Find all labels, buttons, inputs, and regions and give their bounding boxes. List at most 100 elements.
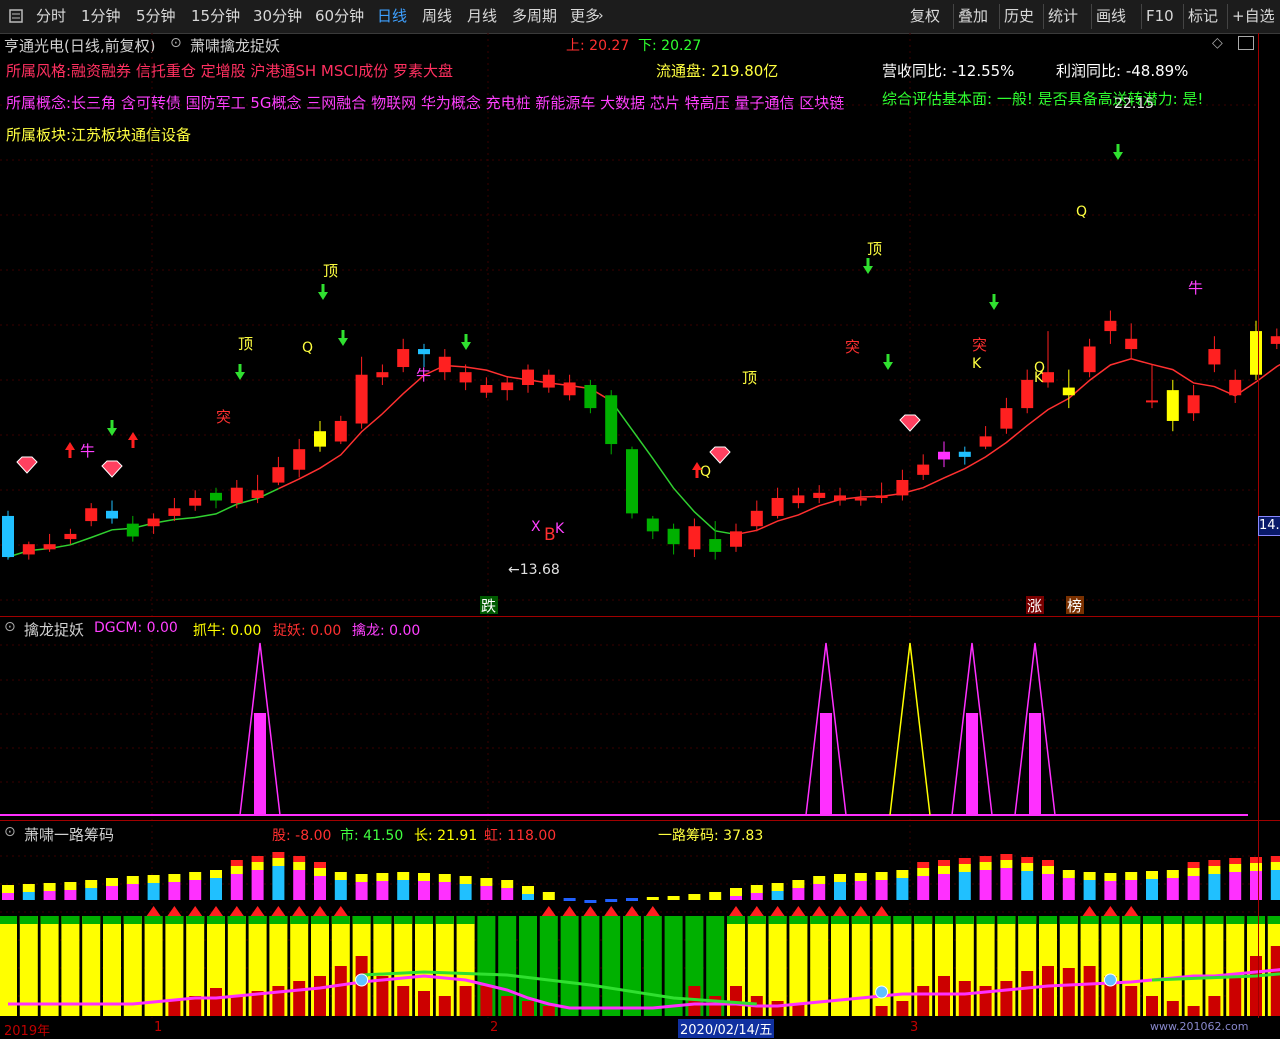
- signal-label-top: 顶: [323, 262, 338, 280]
- chip-red-bar: [334, 966, 347, 1016]
- candle-body: [771, 497, 784, 516]
- marker-rank: 榜: [1067, 597, 1082, 615]
- candle-body: [189, 497, 202, 506]
- chip-upper-bar: [418, 881, 430, 900]
- chip-red-bar: [1062, 968, 1075, 1016]
- candle-body: [1187, 395, 1200, 414]
- chip-upper-bar: [938, 860, 950, 866]
- chip-red-bar: [709, 996, 722, 1016]
- chip-red-bar: [1000, 981, 1013, 1016]
- chip-red-bar: [771, 1001, 784, 1016]
- candle-body: [126, 523, 139, 537]
- panel2-title[interactable]: 擒龙捉妖: [24, 619, 84, 640]
- panel3-toggle-icon[interactable]: ⊙: [4, 824, 16, 840]
- panel3-value-shi: 市: 41.50: [340, 828, 404, 844]
- chip-lower-cap: [789, 916, 808, 924]
- chip-red-bar: [459, 986, 472, 1016]
- chip-lower-cap: [955, 916, 974, 924]
- chip-red-bar: [542, 1006, 555, 1016]
- chip-triangle-icon: [812, 906, 827, 916]
- panel3-title[interactable]: 萧啸一路筹码: [24, 824, 114, 845]
- chip-red-bar: [168, 1001, 181, 1016]
- chip-triangle-icon: [604, 906, 619, 916]
- chip-lower-cap: [165, 916, 184, 924]
- chip-lower-bar: [789, 916, 808, 1016]
- chip-red-bar: [314, 976, 326, 1016]
- chip-upper-bar: [917, 868, 930, 876]
- xaxis-label-3: 3: [910, 1020, 919, 1035]
- chip-upper-bar: [896, 870, 909, 878]
- chip-upper-bar: [542, 892, 555, 900]
- panel2-bar: [820, 713, 832, 815]
- watermark: www.201062.com: [1150, 1020, 1249, 1033]
- candle-body: [355, 374, 368, 424]
- chip-lower-cap: [1267, 916, 1280, 924]
- chip-upper-bar: [750, 885, 763, 893]
- chip-red-bar: [1021, 971, 1034, 1016]
- chip-upper-bar: [293, 862, 306, 870]
- panel2-value-zhuoyao: 捉妖: 0.00: [273, 623, 342, 639]
- chip-upper-bar: [688, 894, 701, 900]
- chip-upper-bar: [106, 886, 118, 900]
- candle-body: [834, 495, 846, 501]
- chip-lower-cap: [269, 916, 288, 924]
- signal-label-breakout: 突: [972, 336, 987, 354]
- chip-upper-bar: [168, 874, 181, 882]
- signal-label-top: 顶: [867, 240, 882, 258]
- chip-red-bar: [1125, 986, 1138, 1016]
- candle-body: [688, 526, 701, 550]
- chip-upper-bar: [522, 886, 534, 894]
- chip-red-bar: [522, 1001, 534, 1016]
- chip-lower-cap: [997, 916, 1016, 924]
- chip-red-bar: [1166, 1001, 1179, 1016]
- candle-body: [1250, 331, 1262, 375]
- chip-upper-bar: [605, 899, 618, 902]
- chip-red-bar: [501, 996, 514, 1016]
- candle-body: [646, 518, 659, 532]
- chip-upper-bar: [771, 883, 784, 891]
- chip-upper-bar: [210, 878, 222, 900]
- chip-upper-bar: [1062, 870, 1075, 878]
- chip-lower-cap: [248, 916, 267, 924]
- chip-upper-bar: [2, 893, 14, 900]
- chip-red-bar: [1270, 946, 1280, 1016]
- chip-triangle-icon: [229, 906, 244, 916]
- panel2-toggle-icon[interactable]: ⊙: [4, 619, 16, 635]
- chip-lower-cap: [976, 916, 995, 924]
- chip-upper-bar: [22, 884, 35, 892]
- chip-upper-bar: [85, 880, 98, 888]
- chip-upper-bar: [1187, 876, 1200, 900]
- chip-upper-bar: [85, 888, 98, 900]
- chip-upper-bar: [667, 896, 680, 900]
- chip-triangle-icon: [146, 906, 161, 916]
- chip-triangle-icon: [292, 906, 307, 916]
- chip-lower-bar: [643, 916, 662, 1016]
- chip-upper-bar: [1042, 874, 1054, 900]
- down-arrow-icon: [107, 420, 117, 436]
- chip-lower-cap: [290, 916, 309, 924]
- chip-upper-bar: [1166, 870, 1179, 878]
- candle-body: [1104, 320, 1117, 332]
- chip-lower-bar: [61, 916, 80, 1016]
- chip-triangle-icon: [729, 906, 743, 916]
- chip-lower-bar: [872, 916, 891, 1016]
- chip-upper-bar: [896, 878, 909, 900]
- chip-red-bar: [210, 988, 222, 1016]
- kline-chart[interactable]: 顶顶顶顶突突 突QQQQ牛牛牛KKKX B22.15←13.68跌涨榜: [0, 0, 1280, 1036]
- panel2-bar: [254, 713, 266, 815]
- candle-body: [230, 487, 243, 504]
- down-arrow-icon: [1113, 144, 1123, 160]
- chip-triangle-icon: [583, 906, 598, 916]
- signal-label-q: Q: [700, 464, 711, 480]
- signal-label-top: 顶: [238, 335, 253, 353]
- chip-red-bar: [875, 1006, 888, 1016]
- chip-upper-bar: [147, 883, 160, 900]
- candle-body: [584, 385, 597, 409]
- xaxis-label-1: 1: [154, 1020, 163, 1035]
- chip-upper-bar: [917, 876, 930, 900]
- chip-upper-bar: [522, 894, 534, 900]
- xaxis-label-2019: 2019年: [4, 1024, 51, 1039]
- panel2-value-zhuaniu: 抓牛: 0.00: [193, 623, 262, 639]
- chip-red-bar: [480, 986, 493, 1016]
- chip-upper-bar: [189, 880, 202, 900]
